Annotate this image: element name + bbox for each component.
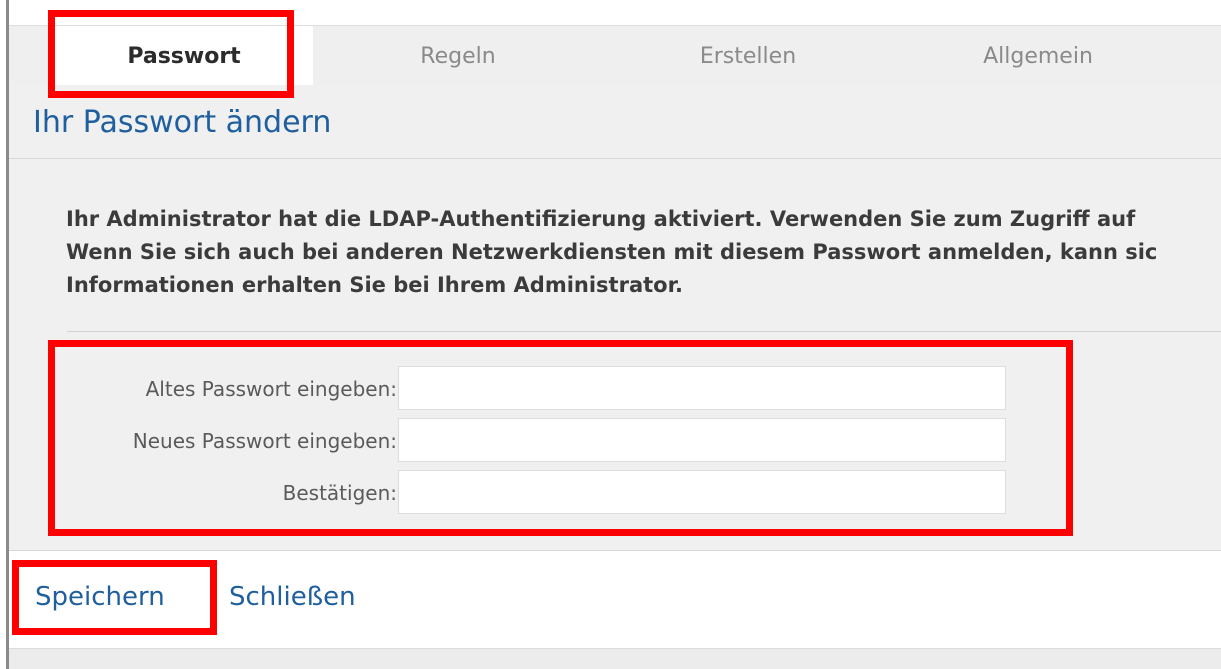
notice-line: Informationen erhalten Sie bei Ihrem Adm… [66,273,683,297]
tab-allgemein[interactable]: Allgemein [893,26,1183,86]
change-password-panel: Ihr Passwort ändern Ihr Administrator ha… [9,85,1221,551]
tab-strip: Passwort Regeln Erstellen Allgemein [9,25,1221,86]
page-title: Ihr Passwort ändern [33,105,332,140]
panel-divider [9,550,1221,551]
notice-divider [67,331,1221,332]
old-password-label: Altes Passwort eingeben: [145,377,397,401]
new-password-field[interactable] [398,418,1006,462]
new-password-row: Neues Passwort eingeben: [55,418,1025,464]
title-divider [9,158,1221,159]
close-button[interactable]: Schließen [229,582,356,612]
save-button[interactable]: Speichern [35,582,165,612]
old-password-row: Altes Passwort eingeben: [55,366,1025,412]
old-password-field[interactable] [398,366,1006,410]
ldap-notice: Ihr Administrator hat die LDAP-Authentif… [66,203,1221,302]
tab-passwort[interactable]: Passwort [55,26,313,86]
notice-line: Ihr Administrator hat die LDAP-Authentif… [66,207,1136,231]
tab-erstellen[interactable]: Erstellen [603,26,893,86]
confirm-password-field[interactable] [398,470,1006,514]
confirm-password-label: Bestätigen: [282,481,397,505]
confirm-password-row: Bestätigen: [55,470,1025,516]
new-password-label: Neues Passwort eingeben: [132,429,397,453]
notice-line: Wenn Sie sich auch bei anderen Netzwerkd… [66,240,1158,264]
footer-bar [9,648,1221,669]
password-dialog: Passwort Regeln Erstellen Allgemein Ihr … [0,0,1221,669]
tab-regeln[interactable]: Regeln [313,26,603,86]
